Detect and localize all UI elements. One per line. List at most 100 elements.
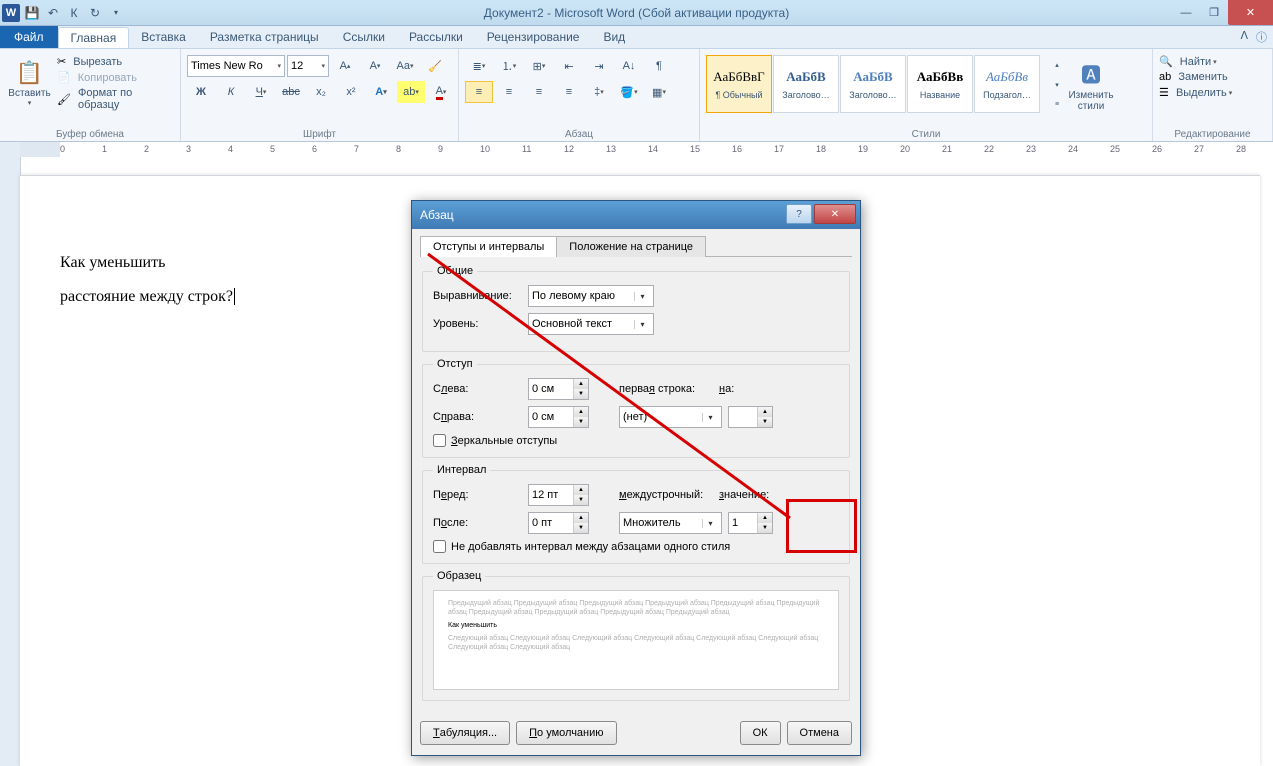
line-spacing-icon[interactable]: ‡▾ (585, 81, 613, 103)
tab-references[interactable]: Ссылки (331, 26, 397, 48)
style-title[interactable]: АаБбВвНазвание (907, 55, 973, 113)
ribbon: 📋 Вставить ▾ ✂ Вырезать 📄 Копировать 🖌 Ф… (0, 49, 1273, 142)
redo-icon[interactable]: К (64, 3, 84, 23)
qat-more-icon[interactable]: ▾ (106, 3, 126, 23)
underline-button[interactable]: Ч▾ (247, 81, 275, 103)
tab-home[interactable]: Главная (58, 27, 130, 48)
tab-indents[interactable]: Отступы и интервалы (420, 236, 557, 257)
style-subtitle[interactable]: АаБбВвПодзагол… (974, 55, 1040, 113)
change-styles-button[interactable]: 🅰 Изменить стили (1063, 55, 1119, 112)
close-button[interactable]: ✕ (1228, 0, 1273, 25)
cancel-button[interactable]: Отмена (787, 721, 852, 745)
dialog-title: Абзац (420, 208, 454, 222)
tabs-button[interactable]: Табуляция... (420, 721, 510, 745)
no-space-checkbox[interactable]: Не добавлять интервал между абзацами одн… (433, 540, 839, 553)
clear-formatting-icon[interactable]: 🧹 (421, 55, 449, 77)
superscript-button[interactable]: x² (337, 81, 365, 103)
font-name-combo[interactable]: Times New Ro▾ (187, 55, 285, 77)
strike-button[interactable]: abc (277, 81, 305, 103)
first-line-combo[interactable]: (нет)▾ (619, 406, 722, 428)
label-value: значение: (719, 489, 779, 501)
repeat-icon[interactable]: ↻ (85, 3, 105, 23)
font-size-combo[interactable]: 12▾ (287, 55, 329, 77)
indent-right-spinner[interactable]: 0 см▲▼ (528, 406, 589, 428)
find-button[interactable]: 🔍 Найти▾ (1159, 55, 1266, 68)
bold-button[interactable]: Ж (187, 81, 215, 103)
copy-button[interactable]: 📄 Копировать (57, 71, 174, 84)
font-color-icon[interactable]: A▾ (427, 81, 455, 103)
tab-layout[interactable]: Разметка страницы (198, 26, 331, 48)
group-clipboard: 📋 Вставить ▾ ✂ Вырезать 📄 Копировать 🖌 Ф… (0, 49, 181, 141)
cut-button[interactable]: ✂ Вырезать (57, 55, 174, 68)
increase-indent-icon[interactable]: ⇥ (585, 55, 613, 77)
minimize-ribbon-icon[interactable]: ᐱ (1240, 29, 1248, 45)
show-marks-icon[interactable]: ¶ (645, 55, 673, 77)
tab-view[interactable]: Вид (591, 26, 637, 48)
default-button[interactable]: По умолчанию (516, 721, 616, 745)
spacing-before-spinner[interactable]: 12 пт▲▼ (528, 484, 589, 506)
italic-button[interactable]: К (217, 81, 245, 103)
replace-icon: ab (1159, 71, 1171, 83)
cut-icon: ✂ (57, 55, 66, 68)
highlight-icon[interactable]: ab▾ (397, 81, 425, 103)
first-line-value-spinner[interactable]: ▲▼ (728, 406, 773, 428)
justify-button[interactable]: ≡ (555, 81, 583, 103)
group-font: Times New Ro▾ 12▾ A▴ A▾ Aa▾ 🧹 Ж К Ч▾ abc… (181, 49, 459, 141)
line-spacing-value-spinner[interactable]: 1▲▼ (728, 512, 773, 534)
undo-icon[interactable]: ↶ (43, 3, 63, 23)
change-case-icon[interactable]: Aa▾ (391, 55, 419, 77)
label-right: Справа: (433, 411, 528, 423)
text-effects-icon[interactable]: A▾ (367, 81, 395, 103)
tab-position[interactable]: Положение на странице (556, 236, 706, 257)
align-right-button[interactable]: ≡ (525, 81, 553, 103)
borders-icon[interactable]: ▦▾ (645, 81, 673, 103)
style-heading1[interactable]: АаБбВЗаголово… (773, 55, 839, 113)
section-spacing: Интервал Перед: 12 пт▲▼ междустрочный: з… (422, 464, 850, 564)
section-preview: Образец Предыдущий абзац Предыдущий абза… (422, 570, 850, 701)
save-icon[interactable]: 💾 (22, 3, 42, 23)
ribbon-tabs: Файл Главная Вставка Разметка страницы С… (0, 26, 1273, 49)
ok-button[interactable]: ОК (740, 721, 781, 745)
shrink-font-icon[interactable]: A▾ (361, 55, 389, 77)
grow-font-icon[interactable]: A▴ (331, 55, 359, 77)
dialog-footer: Табуляция... По умолчанию ОК Отмена (412, 715, 860, 755)
copy-icon: 📄 (57, 71, 71, 84)
indent-left-spinner[interactable]: 0 см▲▼ (528, 378, 589, 400)
tab-insert[interactable]: Вставка (129, 26, 198, 48)
vertical-ruler[interactable] (0, 157, 21, 766)
minimize-button[interactable]: — (1172, 0, 1200, 25)
label-level: Уровень: (433, 318, 528, 330)
spacing-after-spinner[interactable]: 0 пт▲▼ (528, 512, 589, 534)
tab-mailings[interactable]: Рассылки (397, 26, 475, 48)
group-editing: 🔍 Найти▾ ab Заменить ☰ Выделить▾ Редакти… (1153, 49, 1273, 141)
sort-icon[interactable]: A↓ (615, 55, 643, 77)
select-button[interactable]: ☰ Выделить▾ (1159, 86, 1266, 99)
replace-button[interactable]: ab Заменить (1159, 71, 1266, 83)
dialog-help-button[interactable]: ? (786, 204, 812, 224)
subscript-button[interactable]: x₂ (307, 81, 335, 103)
align-left-button[interactable]: ≡ (465, 81, 493, 103)
level-combo[interactable]: Основной текст▾ (528, 313, 654, 335)
help-icon[interactable]: ⓘ (1256, 29, 1267, 45)
align-center-button[interactable]: ≡ (495, 81, 523, 103)
line-spacing-combo[interactable]: Множитель▾ (619, 512, 722, 534)
style-normal[interactable]: АаБбВвГ¶ Обычный (706, 55, 772, 113)
mirror-indents-checkbox[interactable]: Зеркальные отступы (433, 434, 839, 447)
decrease-indent-icon[interactable]: ⇤ (555, 55, 583, 77)
label-left: Слева: (433, 383, 528, 395)
bullets-icon[interactable]: ≣▾ (465, 55, 493, 77)
window-title: Документ2 - Microsoft Word (Сбой активац… (0, 6, 1273, 20)
format-painter-button[interactable]: 🖌 Формат по образцу (57, 87, 174, 111)
paste-button[interactable]: 📋 Вставить ▾ (6, 51, 53, 111)
shading-icon[interactable]: 🪣▾ (615, 81, 643, 103)
tab-review[interactable]: Рецензирование (475, 26, 592, 48)
multilevel-icon[interactable]: ⊞▾ (525, 55, 553, 77)
label-after: После: (433, 517, 528, 529)
alignment-combo[interactable]: По левому краю▾ (528, 285, 654, 307)
style-heading2[interactable]: АаБбВЗаголово… (840, 55, 906, 113)
numbering-icon[interactable]: ⒈▾ (495, 55, 523, 77)
dialog-titlebar[interactable]: Абзац ? ✕ (412, 201, 860, 229)
maximize-button[interactable]: ❐ (1200, 0, 1228, 25)
dialog-close-button[interactable]: ✕ (814, 204, 856, 224)
tab-file[interactable]: Файл (0, 26, 58, 48)
